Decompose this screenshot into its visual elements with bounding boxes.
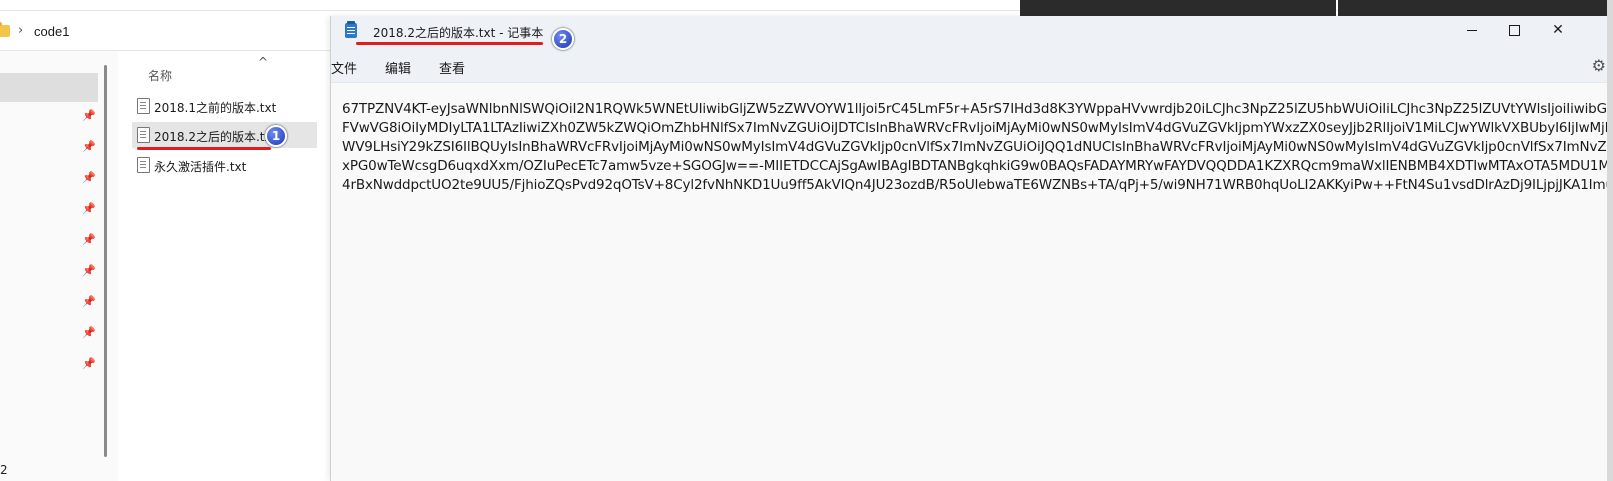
file-row[interactable]: 永久激活插件.txt	[132, 152, 317, 178]
window-edge	[1607, 0, 1613, 481]
annotation-badge: 1	[265, 125, 287, 147]
pin-icon[interactable]: 📌	[82, 171, 96, 184]
explorer-top-strip	[0, 0, 1613, 16]
nav-scrollbar[interactable]	[104, 65, 107, 457]
file-name: 2018.2之后的版本.txt	[154, 130, 277, 144]
maximize-button[interactable]	[1491, 16, 1537, 46]
text-line: FVwVG8iOiIyMDIyLTA1LTAzIiwiZXh0ZW5kZWQiO…	[342, 120, 1613, 136]
gear-icon[interactable]: ⚙	[1592, 56, 1606, 75]
close-button[interactable]: ✕	[1535, 16, 1581, 46]
menu-bar: 文件 编辑 查看 ⚙	[331, 50, 1613, 83]
pin-icon[interactable]: 📌	[82, 326, 96, 339]
text-editor[interactable]: 67TPZNV4KT-eyJsaWNlbnNlSWQiOiI2N1RQWk5WN…	[331, 83, 1613, 481]
minimize-button[interactable]	[1449, 16, 1495, 46]
menu-file[interactable]: 文件	[331, 58, 357, 77]
file-name: 永久激活插件.txt	[154, 160, 247, 174]
column-header-name[interactable]: 名称	[148, 67, 172, 84]
text-file-icon	[137, 157, 150, 173]
menu-edit[interactable]: 编辑	[385, 58, 411, 77]
navigation-pane: 📌 📌 📌 📌 📌 📌 📌 📌 📌 2	[0, 51, 119, 481]
window-title: 2018.2之后的版本.txt - 记事本	[373, 26, 544, 40]
chevron-right-icon: ›	[18, 23, 24, 38]
file-list-pane: ^ 名称 2018.1之前的版本.txt 2018.2之后的版本.txt 永久激…	[118, 51, 330, 481]
folder-icon	[0, 22, 10, 37]
annotation-badge: 2	[552, 28, 574, 50]
text-line: 4rBxNwddpctUO2te9UU5/FjhioZQsPvd92qOTsV+…	[342, 177, 1613, 193]
pin-icon[interactable]: 📌	[82, 264, 96, 277]
text-line: xPG0wTeWcsgD6uqxdXxm/OZIuPecETc7amw5vze+…	[342, 158, 1613, 174]
pin-icon[interactable]: 📌	[82, 233, 96, 246]
pin-icon[interactable]: 📌	[82, 109, 96, 122]
pin-icon[interactable]: 📌	[82, 202, 96, 215]
taskbar-dark-region	[1020, 0, 1336, 16]
file-name: 2018.1之前的版本.txt	[154, 101, 277, 115]
text-file-icon	[137, 98, 150, 114]
taskbar-dark-region	[1338, 0, 1613, 16]
nav-item-label[interactable]: 2	[0, 463, 8, 477]
file-row[interactable]: 2018.1之前的版本.txt	[132, 93, 317, 119]
text-line: WV9LHsiY29kZSI6IlBQUyIsInBhaWRVcFRvIjoiM…	[342, 139, 1613, 155]
breadcrumb-folder[interactable]: code1	[34, 24, 69, 39]
notepad-window: 2018.2之后的版本.txt - 记事本 ✕ 文件 编辑 查看 ⚙ 67TPZ…	[330, 16, 1613, 481]
menu-view[interactable]: 查看	[439, 58, 465, 77]
notepad-icon	[345, 21, 357, 38]
file-row-selected[interactable]: 2018.2之后的版本.txt	[132, 122, 317, 148]
text-line: 67TPZNV4KT-eyJsaWNlbnNlSWQiOiI2N1RQWk5WN…	[342, 101, 1613, 117]
pin-icon[interactable]: 📌	[82, 357, 96, 370]
pin-icon[interactable]: 📌	[82, 295, 96, 308]
maximize-icon	[1508, 24, 1520, 36]
text-file-icon	[137, 127, 150, 143]
annotation-underline	[137, 147, 271, 150]
sort-caret-icon[interactable]: ^	[258, 55, 268, 69]
pin-icon[interactable]: 📌	[82, 140, 96, 153]
close-icon: ✕	[1552, 22, 1564, 38]
nav-selected-item[interactable]	[0, 73, 98, 102]
annotation-underline	[356, 42, 543, 45]
address-bar[interactable]: › code1	[0, 16, 330, 51]
minimize-icon	[1467, 29, 1477, 31]
